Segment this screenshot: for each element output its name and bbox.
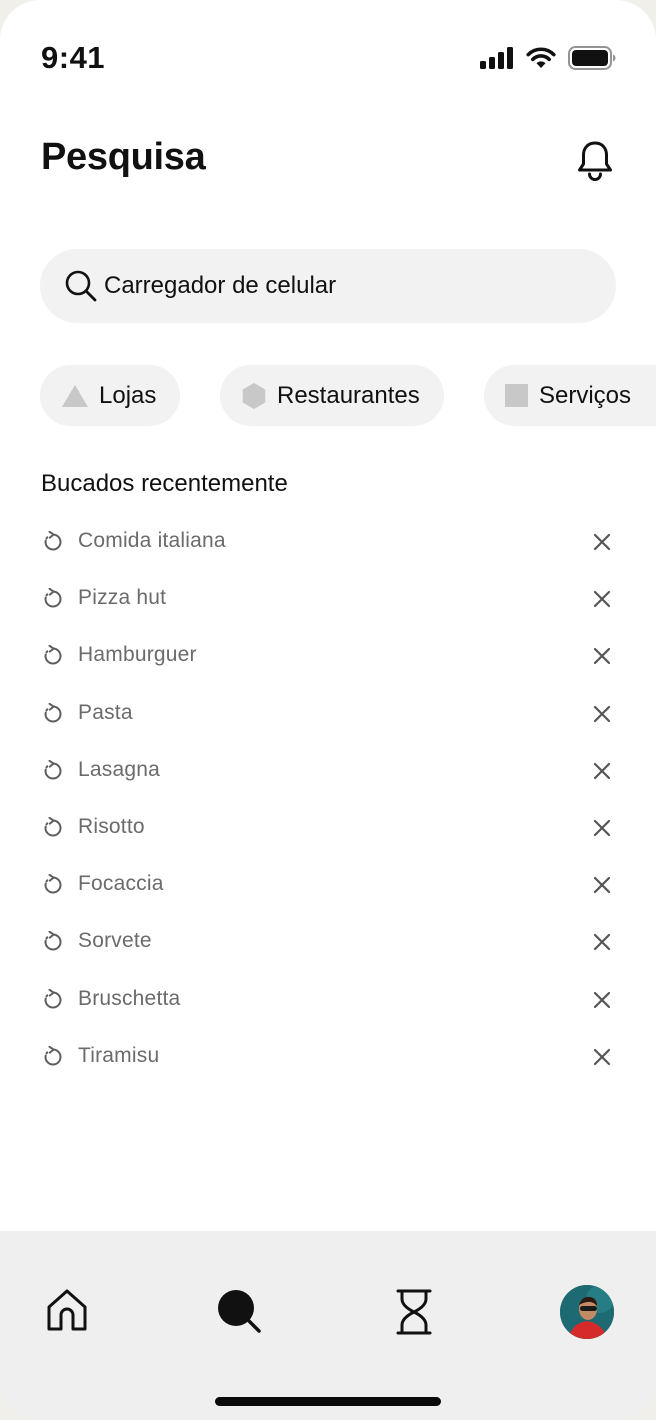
app-screen: 9:41 Pesquisa Carregador de celular Loja… bbox=[0, 0, 656, 1420]
history-icon bbox=[44, 645, 62, 665]
chip-servicos[interactable]: Serviços bbox=[484, 365, 656, 426]
recent-search-label: Tiramisu bbox=[78, 1043, 160, 1067]
page-title: Pesquisa bbox=[41, 136, 206, 178]
nav-home[interactable] bbox=[45, 1287, 89, 1333]
close-icon[interactable] bbox=[590, 530, 614, 554]
chip-label: Serviços bbox=[539, 381, 632, 409]
close-icon[interactable] bbox=[590, 587, 614, 611]
close-icon[interactable] bbox=[590, 988, 614, 1012]
nav-history[interactable] bbox=[396, 1289, 432, 1335]
history-icon bbox=[44, 874, 62, 894]
search-icon bbox=[218, 1290, 261, 1333]
square-icon bbox=[505, 384, 528, 407]
close-icon[interactable] bbox=[590, 873, 614, 897]
recent-search-label: Hamburguer bbox=[78, 643, 197, 667]
cellular-signal-icon bbox=[480, 47, 513, 69]
recent-search-item[interactable]: Bruschetta bbox=[0, 971, 656, 1028]
recent-search-item[interactable]: Pasta bbox=[0, 685, 656, 742]
recent-search-label: Sorvete bbox=[78, 929, 152, 953]
hexagon-icon bbox=[242, 382, 266, 409]
status-icons bbox=[480, 46, 616, 70]
search-input[interactable] bbox=[104, 272, 574, 300]
close-icon[interactable] bbox=[590, 930, 614, 954]
wifi-icon bbox=[526, 47, 556, 68]
close-icon[interactable] bbox=[590, 816, 614, 840]
recent-search-label: Bruschetta bbox=[78, 986, 181, 1010]
history-icon bbox=[44, 759, 62, 780]
recent-search-item[interactable]: Lasagna bbox=[0, 742, 656, 799]
history-icon bbox=[44, 931, 62, 951]
history-icon bbox=[44, 588, 62, 608]
home-icon bbox=[47, 1289, 87, 1331]
recent-search-item[interactable]: Sorvete bbox=[0, 913, 656, 970]
search-bar[interactable] bbox=[40, 249, 616, 323]
chip-label: Lojas bbox=[99, 381, 157, 409]
close-icon[interactable] bbox=[590, 759, 614, 783]
hourglass-icon bbox=[396, 1289, 432, 1335]
chip-lojas[interactable]: Lojas bbox=[40, 365, 180, 426]
chip-label: Restaurantes bbox=[277, 381, 420, 409]
search-icon bbox=[65, 270, 97, 302]
recent-search-item[interactable]: Hamburguer bbox=[0, 627, 656, 684]
recent-search-item[interactable]: Focaccia bbox=[0, 856, 656, 913]
recent-search-label: Lasagna bbox=[78, 757, 160, 781]
history-icon bbox=[44, 531, 62, 551]
avatar-image bbox=[560, 1285, 614, 1339]
history-icon bbox=[44, 1045, 62, 1066]
recent-search-item[interactable]: Pizza hut bbox=[0, 570, 656, 627]
bell-icon bbox=[578, 141, 612, 181]
history-icon bbox=[44, 988, 62, 1008]
recent-searches-list: Comida italiana Pizza hut Hamburguer Pas… bbox=[0, 513, 656, 1085]
history-icon bbox=[44, 816, 62, 837]
close-icon[interactable] bbox=[590, 702, 614, 726]
close-icon[interactable] bbox=[590, 1045, 614, 1069]
recent-search-item[interactable]: Comida italiana bbox=[0, 513, 656, 570]
chip-restaurantes[interactable]: Restaurantes bbox=[220, 365, 444, 426]
category-chips: Lojas Restaurantes Serviços bbox=[0, 365, 656, 426]
recent-search-label: Pasta bbox=[78, 700, 133, 724]
recent-search-item[interactable]: Risotto bbox=[0, 799, 656, 856]
recent-search-label: Pizza hut bbox=[78, 586, 167, 610]
status-time: 9:41 bbox=[41, 40, 106, 75]
home-indicator[interactable] bbox=[215, 1397, 441, 1406]
avatar[interactable] bbox=[560, 1285, 614, 1339]
battery-icon bbox=[568, 46, 616, 70]
notifications-button[interactable] bbox=[574, 138, 616, 182]
bottom-nav bbox=[0, 1231, 656, 1420]
recent-searches-title: Bucados recentemente bbox=[41, 470, 288, 497]
recent-search-label: Risotto bbox=[78, 814, 145, 838]
recent-search-label: Focaccia bbox=[78, 872, 164, 896]
recent-search-item[interactable]: Tiramisu bbox=[0, 1028, 656, 1085]
triangle-icon bbox=[62, 384, 88, 407]
history-icon bbox=[44, 702, 62, 723]
nav-search[interactable] bbox=[216, 1288, 262, 1334]
recent-search-label: Comida italiana bbox=[78, 529, 226, 552]
status-bar: 9:41 bbox=[0, 0, 656, 110]
close-icon[interactable] bbox=[590, 644, 614, 668]
